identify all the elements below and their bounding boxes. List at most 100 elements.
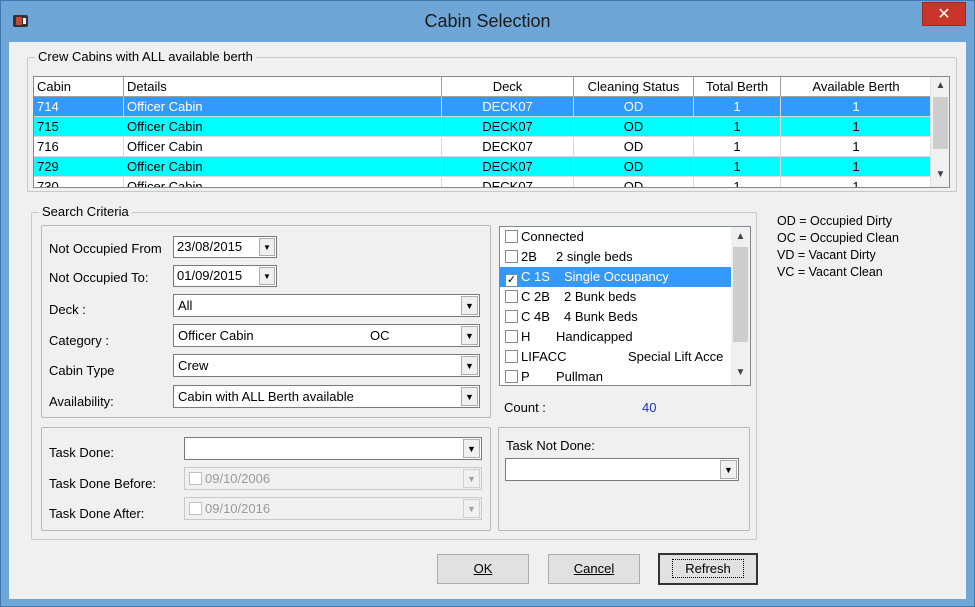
checkbox[interactable] xyxy=(505,290,518,303)
checkbox[interactable] xyxy=(505,230,518,243)
list-item[interactable]: C 2B 2 Bunk beds xyxy=(500,287,750,307)
checkbox[interactable] xyxy=(505,250,518,263)
ok-button[interactable]: OK xyxy=(437,554,529,584)
dropdown-arrow-icon[interactable]: ▼ xyxy=(259,238,275,256)
cell-deck: DECK07 xyxy=(442,137,574,157)
refresh-button-label: Refresh xyxy=(672,559,744,578)
cell-cabin: 716 xyxy=(34,137,124,157)
legend-line: VC = Vacant Clean xyxy=(777,265,883,279)
cell-available-berth: 1 xyxy=(781,157,932,177)
task-done-label: Task Done: xyxy=(49,445,115,460)
features-checklist[interactable]: Connected 2B 2 single beds ✓ C 1S Single Oc… xyxy=(499,226,751,386)
scroll-up-icon[interactable]: ▲ xyxy=(731,231,750,242)
deck-select[interactable]: All ▼ xyxy=(173,294,480,317)
feature-code: C 4B xyxy=(521,309,550,324)
not-occupied-from-label: Not Occupied From xyxy=(49,241,162,256)
task-done-before-label: Task Done Before: xyxy=(49,476,156,491)
refresh-button[interactable]: Refresh xyxy=(658,553,758,585)
scroll-down-icon[interactable]: ▼ xyxy=(931,169,949,180)
feature-description: Pullman xyxy=(556,369,603,384)
feature-description: 2 Bunk beds xyxy=(564,289,637,304)
list-item[interactable]: ✓ C 1S Single Occupancy xyxy=(500,267,750,287)
task-done-after-picker[interactable]: 09/10/2016 ▼ xyxy=(184,497,482,520)
list-item[interactable]: P Pullman xyxy=(500,367,750,385)
table-row[interactable]: 729 Officer Cabin DECK07 OD 1 1 xyxy=(34,157,949,177)
task-done-after-value: 09/10/2016 xyxy=(205,501,271,516)
task-done-select[interactable]: ▼ xyxy=(184,437,482,460)
cell-available-berth: 1 xyxy=(781,97,932,117)
table-row[interactable]: 716 Officer Cabin DECK07 OD 1 1 xyxy=(34,137,949,157)
cancel-button[interactable]: Cancel xyxy=(548,554,640,584)
column-header-deck[interactable]: Deck xyxy=(442,77,574,97)
cancel-button-label: Cancel xyxy=(573,561,615,576)
availability-select[interactable]: Cabin with ALL Berth available ▼ xyxy=(173,385,480,408)
feature-code: H xyxy=(521,329,531,344)
table-row[interactable]: 730 Officer Cabin DECK07 OD 1 1 xyxy=(34,177,949,187)
scrollbar-thumb[interactable] xyxy=(733,247,748,342)
column-header-available-berth[interactable]: Available Berth xyxy=(781,77,932,97)
column-header-cleaning-status[interactable]: Cleaning Status xyxy=(574,77,694,97)
dropdown-arrow-icon[interactable]: ▼ xyxy=(463,439,480,458)
cell-cleaning-status: OD xyxy=(574,137,694,157)
dropdown-arrow-icon[interactable]: ▼ xyxy=(461,356,478,375)
list-item[interactable]: Connected xyxy=(500,227,750,247)
scrollbar-thumb[interactable] xyxy=(933,97,948,149)
task-not-done-select[interactable]: ▼ xyxy=(505,458,739,481)
checklist-scrollbar[interactable]: ▲ ▼ xyxy=(731,227,750,385)
dropdown-arrow-icon[interactable]: ▼ xyxy=(461,387,478,406)
dropdown-arrow-icon[interactable]: ▼ xyxy=(720,460,737,479)
checkbox[interactable] xyxy=(505,350,518,363)
category-label: Category : xyxy=(49,333,109,348)
task-done-before-checkbox[interactable] xyxy=(189,472,202,485)
cell-cleaning-status: OD xyxy=(574,97,694,117)
feature-description: Single Occupancy xyxy=(564,269,669,284)
cabin-type-select[interactable]: Crew ▼ xyxy=(173,354,480,377)
checkbox[interactable]: ✓ xyxy=(505,274,518,287)
category-value: Officer Cabin xyxy=(178,328,254,343)
crew-cabins-table[interactable]: Cabin Details Deck Cleaning Status Total… xyxy=(33,76,950,188)
column-header-details[interactable]: Details xyxy=(124,77,442,97)
table-scrollbar[interactable]: ▲ ▼ xyxy=(930,77,949,187)
cell-cabin: 730 xyxy=(34,177,124,187)
feature-description: 4 Bunk Beds xyxy=(564,309,638,324)
column-header-cabin[interactable]: Cabin xyxy=(34,77,124,97)
not-occupied-to-picker[interactable]: 01/09/2015 ▼ xyxy=(173,265,277,287)
list-item[interactable]: 2B 2 single beds xyxy=(500,247,750,267)
dropdown-arrow-icon[interactable]: ▼ xyxy=(259,267,275,285)
dropdown-arrow-icon[interactable]: ▼ xyxy=(463,499,480,518)
scroll-up-icon[interactable]: ▲ xyxy=(931,80,949,91)
task-done-before-value: 09/10/2006 xyxy=(205,471,271,486)
table-row[interactable]: 715 Officer Cabin DECK07 OD 1 1 xyxy=(34,117,949,137)
list-item[interactable]: LIFACC Special Lift Acce xyxy=(500,347,750,367)
scroll-down-icon[interactable]: ▼ xyxy=(731,367,750,378)
feature-code: C 2B xyxy=(521,289,550,304)
table-row[interactable]: 714 Officer Cabin DECK07 OD 1 1 xyxy=(34,97,949,117)
cell-details: Officer Cabin xyxy=(124,97,442,117)
category-select[interactable]: Officer Cabin OC ▼ xyxy=(173,324,480,347)
close-button[interactable]: ✕ xyxy=(922,2,966,26)
task-done-before-picker[interactable]: 09/10/2006 ▼ xyxy=(184,467,482,490)
checkbox[interactable] xyxy=(505,370,518,383)
cell-available-berth: 1 xyxy=(781,177,932,187)
checkbox[interactable] xyxy=(505,310,518,323)
legend-line: OC = Occupied Clean xyxy=(777,231,899,245)
checkbox[interactable] xyxy=(505,330,518,343)
dropdown-arrow-icon[interactable]: ▼ xyxy=(461,296,478,315)
column-header-total-berth[interactable]: Total Berth xyxy=(694,77,781,97)
cell-details: Officer Cabin xyxy=(124,157,442,177)
feature-code: P xyxy=(521,369,530,384)
task-done-after-checkbox[interactable] xyxy=(189,502,202,515)
dropdown-arrow-icon[interactable]: ▼ xyxy=(463,469,480,488)
cabin-type-value: Crew xyxy=(178,358,209,373)
list-item[interactable]: C 4B 4 Bunk Beds xyxy=(500,307,750,327)
cell-cleaning-status: OD xyxy=(574,157,694,177)
task-not-done-label: Task Not Done: xyxy=(506,438,595,453)
cell-details: Officer Cabin xyxy=(124,177,442,187)
not-occupied-from-picker[interactable]: 23/08/2015 ▼ xyxy=(173,236,277,258)
cell-available-berth: 1 xyxy=(781,117,932,137)
list-item[interactable]: H Handicapped xyxy=(500,327,750,347)
cell-cleaning-status: OD xyxy=(574,177,694,187)
window-title: Cabin Selection xyxy=(424,11,551,31)
availability-label: Availability: xyxy=(49,394,114,409)
dropdown-arrow-icon[interactable]: ▼ xyxy=(461,326,478,345)
